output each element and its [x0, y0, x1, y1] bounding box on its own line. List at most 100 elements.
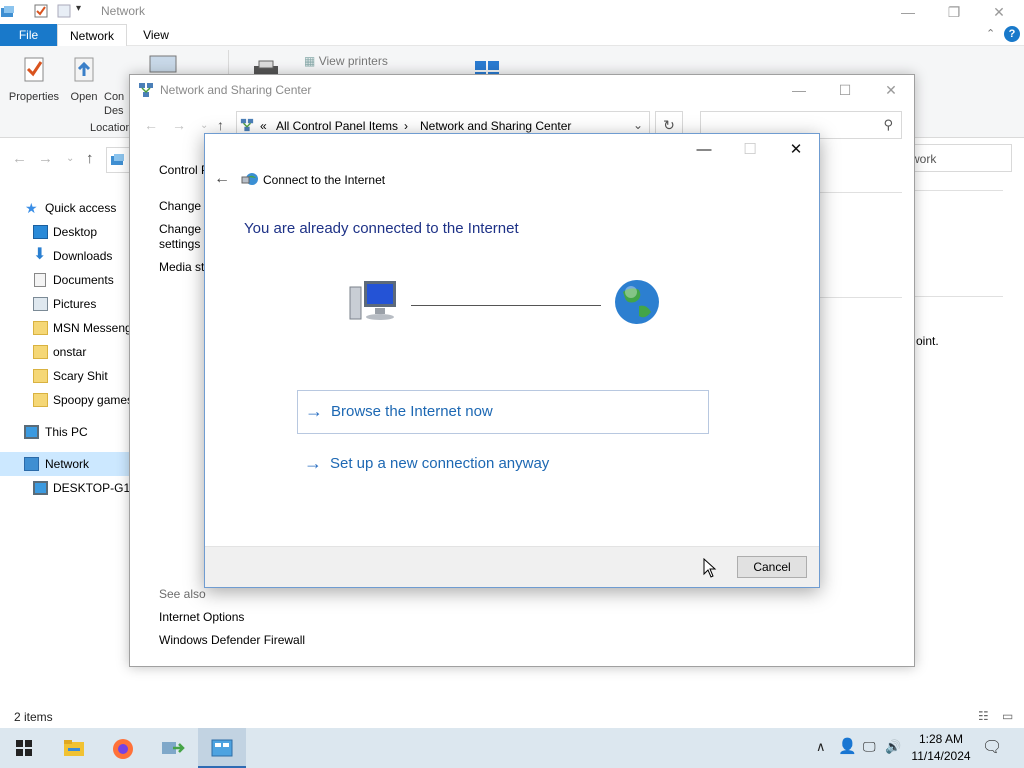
network-tray-icon[interactable]: 🖵: [863, 739, 876, 755]
tree-item-this-pc[interactable]: This PC: [0, 420, 130, 444]
tree-item-downloads[interactable]: ⬇ Downloads: [0, 244, 130, 268]
ribbon-expand-icon[interactable]: ⌃: [986, 27, 995, 40]
desktop-folder-icon: [33, 225, 48, 239]
tree-item-network[interactable]: Network: [0, 452, 130, 476]
clock-date: 11/14/2024: [911, 749, 971, 763]
search-icon: ⚲: [883, 117, 893, 132]
control-panel-taskbar-icon: [211, 739, 233, 757]
option-label: Browse the Internet now: [331, 403, 493, 420]
explorer-title: Network: [101, 4, 146, 18]
connect-wizard-icon: [241, 173, 258, 185]
tab-network[interactable]: Network: [57, 24, 127, 47]
properties-icon: [24, 57, 44, 82]
dialog-close-button[interactable]: ✕: [773, 138, 819, 162]
details-view-icon[interactable]: ☷: [978, 709, 989, 723]
tree-label: Scary Shit: [53, 369, 108, 383]
control-panel-taskbar-button[interactable]: [198, 728, 246, 768]
connect-desktop-label[interactable]: Con Des: [104, 90, 130, 118]
forward-arrow-icon[interactable]: →: [38, 150, 53, 167]
properties-button[interactable]: Properties: [6, 54, 62, 103]
taskbar-clock[interactable]: 1:28 AM 11/14/2024: [907, 731, 975, 765]
tree-item-scary-shit[interactable]: Scary Shit: [0, 364, 130, 388]
tree-item-msn-messenger[interactable]: MSN Messeng: [0, 316, 130, 340]
nsc-back-arrow-icon[interactable]: ←: [144, 117, 158, 133]
explorer-search-input[interactable]: work: [905, 144, 1012, 172]
dialog-maximize-button: ☐: [743, 141, 757, 158]
notifications-icon[interactable]: 🗨: [982, 737, 1002, 757]
control-panel-home-link[interactable]: Control P: [159, 163, 209, 177]
tree-item-quick-access[interactable]: ★ Quick access: [0, 196, 130, 220]
user-tray-icon[interactable]: 👤: [838, 737, 857, 755]
breadcrumb-prefix[interactable]: «: [260, 119, 267, 133]
documents-icon: [34, 273, 46, 287]
folder-icon: [33, 369, 48, 383]
option-label: Set up a new connection anyway: [330, 455, 550, 472]
properties-label: Properties: [8, 91, 60, 103]
file-explorer-taskbar-button[interactable]: [50, 728, 98, 768]
open-button[interactable]: Open: [66, 54, 102, 103]
cancel-button[interactable]: Cancel: [737, 556, 807, 578]
tree-item-onstar[interactable]: onstar: [0, 340, 130, 364]
tree-item-documents[interactable]: Documents: [0, 268, 130, 292]
firefox-taskbar-button[interactable]: [99, 728, 147, 768]
dialog-back-arrow-icon[interactable]: ←: [214, 170, 230, 188]
explorer-title-bar: ▾ Network — ❐ ✕: [0, 0, 1024, 24]
firefox-icon: [113, 739, 133, 759]
file-explorer-icon: [64, 740, 84, 756]
tab-view[interactable]: View: [130, 24, 182, 46]
quick-access-dropdown-icon[interactable]: ▾: [76, 3, 90, 17]
tree-label: Desktop: [53, 225, 98, 239]
change-sharing-settings-link[interactable]: settings: [159, 237, 200, 251]
address-dropdown-icon[interactable]: ⌄: [633, 118, 643, 132]
nsc-minimize-button[interactable]: —: [776, 79, 822, 101]
media-streaming-link[interactable]: Media st: [159, 260, 204, 274]
setup-new-connection-option[interactable]: → Set up a new connection anyway: [297, 443, 709, 487]
tree-item-desktop-g1jn[interactable]: DESKTOP-G1JN: [0, 476, 130, 500]
ribbon-tabs: File Network View ⌃ ?: [0, 24, 1024, 47]
refresh-icon: ↻: [663, 117, 675, 133]
help-icon[interactable]: ?: [1004, 26, 1020, 42]
start-button[interactable]: [0, 728, 48, 768]
clock-time: 1:28 AM: [918, 732, 964, 746]
open-label: Open: [70, 91, 98, 103]
volume-tray-icon[interactable]: 🔊: [885, 739, 901, 755]
recent-dropdown-icon[interactable]: ⌄: [66, 153, 74, 164]
explorer-close-button[interactable]: ✕: [976, 2, 1022, 22]
explorer-minimize-button[interactable]: —: [885, 2, 931, 22]
view-printers-icon: ▦: [304, 54, 316, 68]
nsc-forward-arrow-icon[interactable]: →: [172, 117, 186, 133]
show-hidden-icons-chevron-icon[interactable]: ∧: [816, 739, 826, 755]
explorer-divider: [915, 296, 1003, 297]
folder-icon: [33, 393, 48, 407]
up-arrow-icon[interactable]: ↑: [86, 150, 94, 167]
breadcrumb-network-sharing[interactable]: Network and Sharing Center: [420, 119, 571, 133]
tree-item-spoopy-games[interactable]: Spoopy games: [0, 388, 130, 412]
breadcrumb-separator: ›: [404, 119, 408, 133]
view-printers-button[interactable]: ▦ View printers: [304, 54, 388, 68]
dialog-minimize-button[interactable]: —: [681, 138, 727, 162]
tab-file[interactable]: File: [0, 24, 57, 46]
nsc-up-arrow-icon[interactable]: ↑: [217, 117, 224, 133]
network-folder-icon: [1, 6, 14, 17]
explorer-maximize-button[interactable]: ❐: [931, 2, 977, 22]
nsc-maximize-button[interactable]: ☐: [822, 79, 868, 101]
tree-item-pictures[interactable]: Pictures: [0, 292, 130, 316]
network-wizard-taskbar-button[interactable]: [148, 728, 196, 768]
internet-options-link[interactable]: Internet Options: [159, 610, 244, 624]
explorer-address-bar[interactable]: [106, 147, 130, 173]
tree-item-desktop[interactable]: Desktop: [0, 220, 130, 244]
open-icon: [74, 57, 94, 82]
explorer-divider: [915, 190, 1003, 191]
this-pc-icon: [24, 425, 39, 439]
nsc-recent-dropdown-icon[interactable]: ⌄: [200, 120, 208, 131]
windows-firewall-link[interactable]: Windows Defender Firewall: [159, 633, 305, 647]
back-arrow-icon[interactable]: ←: [12, 150, 27, 167]
nsc-close-button[interactable]: ✕: [868, 79, 914, 101]
breadcrumb-all-control-panel[interactable]: All Control Panel Items: [276, 119, 398, 133]
browse-internet-option[interactable]: → Browse the Internet now: [297, 390, 709, 434]
properties-quick-icon[interactable]: [34, 4, 48, 18]
folder-icon: [33, 321, 48, 335]
large-icons-view-icon[interactable]: ▭: [1002, 709, 1013, 723]
new-folder-quick-icon[interactable]: [57, 4, 71, 18]
computer-icon: [33, 481, 48, 495]
